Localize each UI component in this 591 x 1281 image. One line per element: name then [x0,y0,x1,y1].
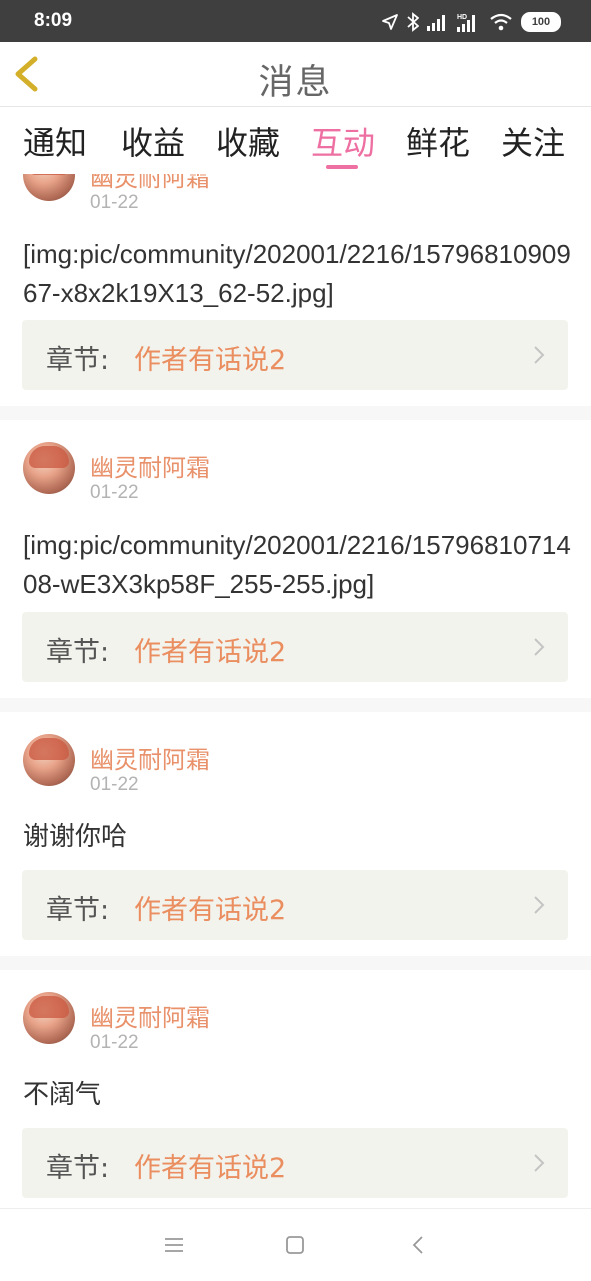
nav-bar: 消息 [0,42,591,107]
chapter-label: 章节: [46,345,110,376]
message-list[interactable]: 幽灵耐阿霜 01-22 [img:pic/community/202001/22… [0,174,591,1208]
chapter-label: 章节: [46,637,110,668]
battery-icon: 100 [521,12,561,32]
list-item: 幽灵耐阿霜 01-22 不阔气 章节: 作者有话说2 [0,970,591,1208]
chapter-link[interactable]: 章节: 作者有话说2 [22,612,568,682]
username[interactable]: 幽灵耐阿霜 [90,448,210,483]
divider [0,956,591,970]
username[interactable]: 幽灵耐阿霜 [90,174,210,193]
chevron-right-icon [534,346,545,364]
list-item: 幽灵耐阿霜 01-22 [img:pic/community/202001/22… [0,174,591,396]
location-icon [382,14,398,30]
chevron-right-icon [534,1154,545,1172]
tab-following[interactable]: 关注 [501,118,565,164]
chapter-title: 作者有话说2 [134,895,287,926]
message-date: 01-22 [90,774,139,795]
message-date: 01-22 [90,482,139,503]
chapter-label: 章节: [46,1153,110,1184]
message-content: 不阔气 [23,1080,102,1110]
message-date: 01-22 [90,1032,139,1053]
svg-text:HD: HD [457,14,467,21]
avatar[interactable] [23,174,75,201]
chapter-title: 作者有话说2 [134,1153,287,1184]
message-content: 谢谢你哈 [23,822,128,852]
message-date: 01-22 [90,192,139,213]
back-icon[interactable] [407,1233,431,1257]
home-square-icon[interactable] [283,1233,307,1257]
chapter-link[interactable]: 章节: 作者有话说2 [22,870,568,940]
list-item: 幽灵耐阿霜 01-22 谢谢你哈 章节: 作者有话说2 [0,712,591,940]
wifi-icon [490,13,512,31]
menu-icon[interactable] [162,1233,186,1257]
active-tab-indicator [326,165,358,169]
avatar[interactable] [23,992,75,1044]
status-time: 8:09 [34,10,73,31]
divider [0,406,591,420]
system-nav-bar [0,1208,591,1281]
signal-icon [427,15,445,31]
chevron-right-icon [534,896,545,914]
tab-bar: 通知 收益 收藏 互动 鲜花 关注 [0,108,591,174]
hd-signal-icon: HD [457,14,475,32]
tab-earnings[interactable]: 收益 [121,118,185,164]
chapter-link[interactable]: 章节: 作者有话说2 [22,1128,568,1198]
status-icons: HD 100 [381,12,561,32]
chapter-title: 作者有话说2 [134,637,287,668]
chevron-right-icon [534,638,545,656]
tab-flowers[interactable]: 鲜花 [406,118,470,164]
page-title: 消息 [258,63,333,103]
tab-favorites[interactable]: 收藏 [216,118,280,164]
chapter-label: 章节: [46,895,110,926]
chapter-title: 作者有话说2 [134,345,287,376]
chapter-link[interactable]: 章节: 作者有话说2 [22,320,568,390]
avatar[interactable] [23,442,75,494]
status-bar: 8:09 HD 100 [0,0,591,42]
message-content: [img:pic/community/202001/2216/157968109… [23,239,571,308]
tab-interactions[interactable]: 互动 [311,118,375,164]
bluetooth-icon [407,12,419,32]
list-item: 幽灵耐阿霜 01-22 [img:pic/community/202001/22… [0,420,591,696]
username[interactable]: 幽灵耐阿霜 [90,998,210,1033]
message-content: [img:pic/community/202001/2216/157968107… [23,530,571,599]
username[interactable]: 幽灵耐阿霜 [90,740,210,775]
divider [0,698,591,712]
tab-notifications[interactable]: 通知 [23,118,87,164]
avatar[interactable] [23,734,75,786]
